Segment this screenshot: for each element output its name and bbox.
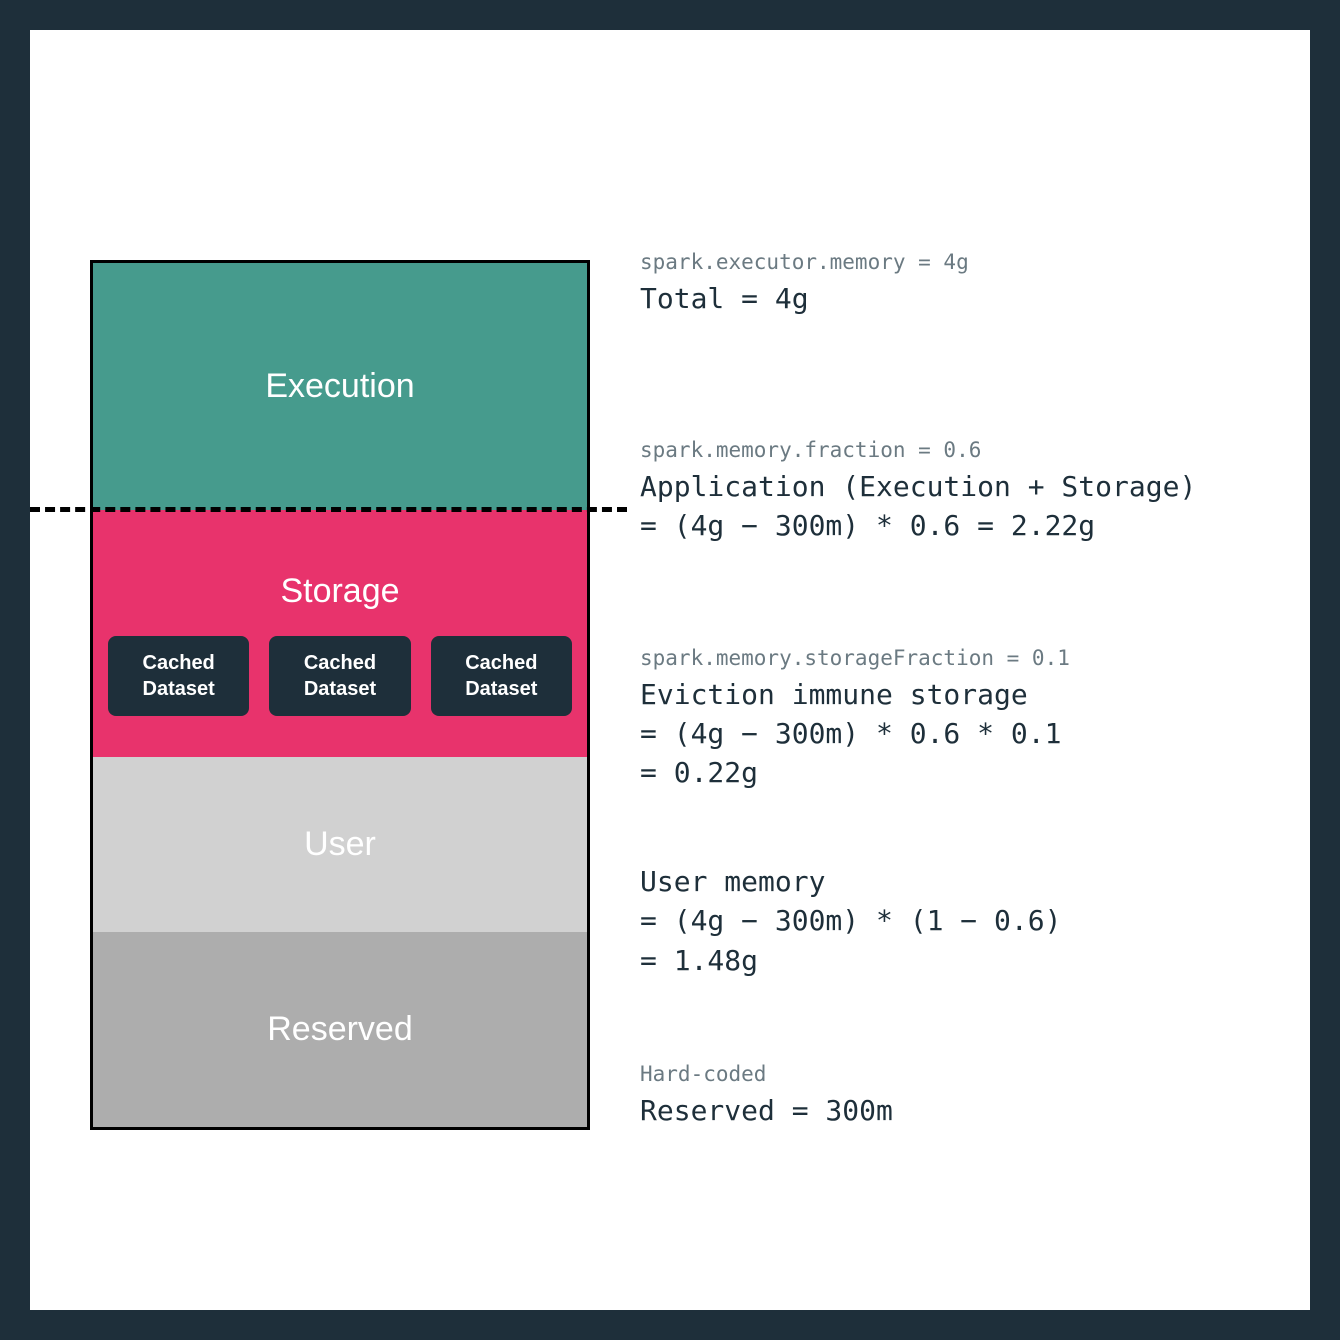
value-eviction-l3: = 0.22g (640, 753, 1290, 792)
cached-dataset: Cached Dataset (269, 636, 410, 716)
value-total: Total = 4g (640, 279, 1290, 318)
cached-dataset-line1: Cached (449, 650, 554, 676)
annotations-column: spark.executor.memory = 4g Total = 4g sp… (640, 260, 1290, 1130)
value-user-l2: = (4g − 300m) * (1 − 0.6) (640, 901, 1290, 940)
execution-storage-boundary (30, 507, 627, 512)
memory-stack: Execution Storage Cached Dataset Cached … (90, 260, 590, 1130)
segment-storage-label: Storage (280, 572, 399, 611)
annotation-eviction: spark.memory.storageFraction = 0.1 Evict… (640, 646, 1290, 793)
annotation-application: spark.memory.fraction = 0.6 Application … (640, 438, 1290, 545)
value-application-l1: Application (Execution + Storage) (640, 467, 1290, 506)
config-hardcoded: Hard-coded (640, 1062, 1290, 1086)
value-reserved: Reserved = 300m (640, 1091, 1290, 1130)
cached-dataset-line2: Dataset (287, 676, 392, 702)
cached-datasets-row: Cached Dataset Cached Dataset Cached Dat… (93, 636, 587, 716)
segment-reserved: Reserved (93, 932, 587, 1127)
segment-storage: Storage Cached Dataset Cached Dataset Ca… (93, 510, 587, 757)
annotation-total: spark.executor.memory = 4g Total = 4g (640, 250, 1290, 318)
segment-user-label: User (304, 825, 376, 864)
segment-reserved-label: Reserved (267, 1010, 413, 1049)
value-eviction-l2: = (4g − 300m) * 0.6 * 0.1 (640, 714, 1290, 753)
diagram-canvas: Execution Storage Cached Dataset Cached … (30, 30, 1310, 1310)
cached-dataset-line1: Cached (287, 650, 392, 676)
diagram-wrapper: Execution Storage Cached Dataset Cached … (90, 260, 1290, 1130)
cached-dataset-line2: Dataset (449, 676, 554, 702)
value-eviction-l1: Eviction immune storage (640, 675, 1290, 714)
config-memory-fraction: spark.memory.fraction = 0.6 (640, 438, 1290, 462)
segment-execution-label: Execution (265, 367, 414, 406)
cached-dataset: Cached Dataset (431, 636, 572, 716)
segment-execution: Execution (93, 263, 587, 510)
cached-dataset: Cached Dataset (108, 636, 249, 716)
value-application-l2: = (4g − 300m) * 0.6 = 2.22g (640, 506, 1290, 545)
annotation-reserved: Hard-coded Reserved = 300m (640, 1062, 1290, 1130)
value-user-l1: User memory (640, 862, 1290, 901)
value-user-l3: = 1.48g (640, 941, 1290, 980)
cached-dataset-line2: Dataset (126, 676, 231, 702)
config-executor-memory: spark.executor.memory = 4g (640, 250, 1290, 274)
segment-user: User (93, 757, 587, 932)
config-storage-fraction: spark.memory.storageFraction = 0.1 (640, 646, 1290, 670)
cached-dataset-line1: Cached (126, 650, 231, 676)
annotation-user: User memory = (4g − 300m) * (1 − 0.6) = … (640, 862, 1290, 980)
